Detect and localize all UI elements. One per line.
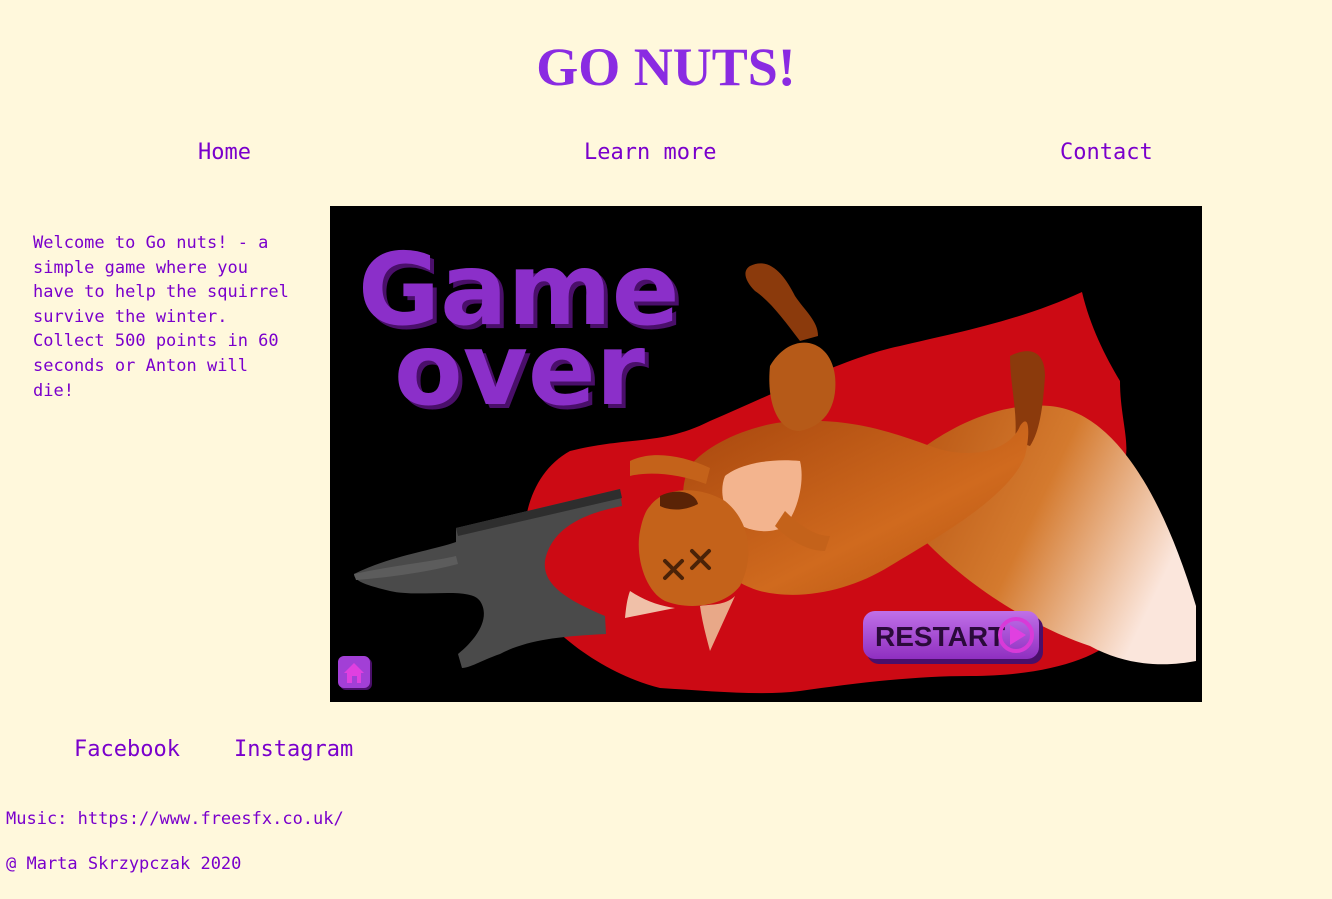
site-title: GO NUTS! (536, 37, 796, 97)
page: GO NUTS! Home Learn more Contact Welcome… (0, 0, 1332, 899)
music-credit: Music: https://www.freesfx.co.uk/ (6, 809, 344, 829)
facebook-link[interactable]: Facebook (74, 737, 180, 762)
home-button[interactable] (338, 656, 372, 690)
intro-text: Welcome to Go nuts! - a simple game wher… (33, 233, 289, 401)
copyright: @ Marta Skrzypczak 2020 (6, 854, 242, 874)
game-canvas[interactable]: Game Game over over RESTART (330, 206, 1202, 702)
instagram-link[interactable]: Instagram (234, 737, 353, 762)
nav-learn-more-link[interactable]: Learn more (584, 140, 716, 165)
restart-label: RESTART (875, 621, 1005, 652)
game-over-scene: Game Game over over RESTART (335, 210, 1197, 698)
restart-button[interactable]: RESTART (863, 611, 1043, 664)
nav-home-link[interactable]: Home (198, 140, 251, 165)
nav-contact-link[interactable]: Contact (1060, 140, 1153, 165)
game-over-line2: over (394, 311, 646, 428)
